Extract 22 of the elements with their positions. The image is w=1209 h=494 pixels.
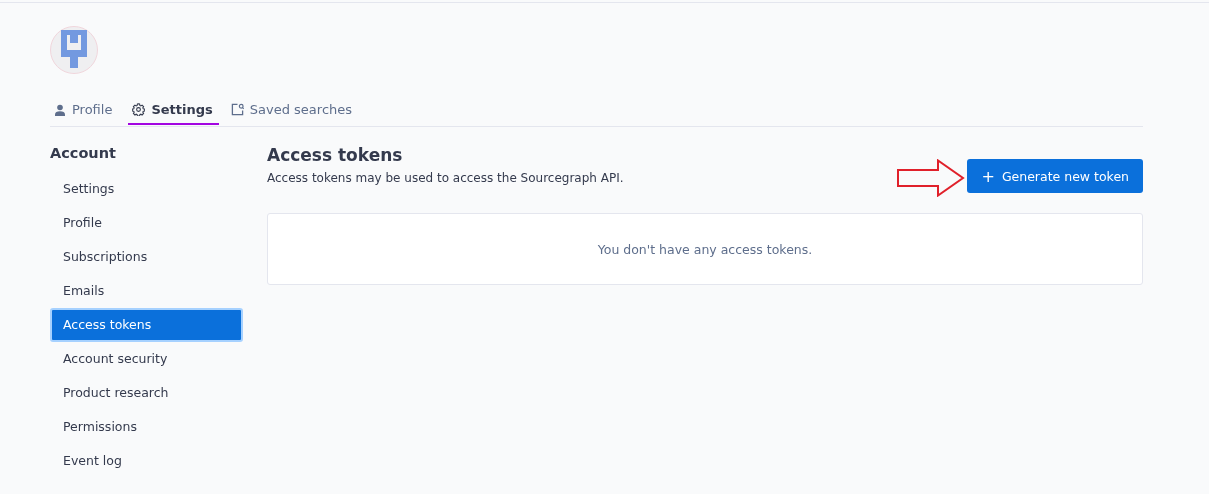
tab[interactable]: Saved searches <box>226 96 359 125</box>
sidebar-item[interactable]: Settings <box>50 172 243 206</box>
tab[interactable]: Settings <box>128 96 219 125</box>
sidebar-item[interactable]: Permissions <box>50 410 243 444</box>
sidebar-item[interactable]: Subscriptions <box>50 240 243 274</box>
document-search-icon <box>230 103 244 116</box>
sidebar-item[interactable]: Account security <box>50 342 243 376</box>
settings-icon <box>132 103 146 116</box>
sidebar-item[interactable]: Emails <box>50 274 243 308</box>
generate-token-button[interactable]: + Generate new token <box>967 159 1143 193</box>
avatar-icon <box>50 26 98 74</box>
sidebar-item[interactable]: Access tokens <box>50 308 243 342</box>
sidebar-item[interactable]: Product research <box>50 376 243 410</box>
sidebar-item[interactable]: Event log <box>50 444 243 478</box>
page-description: Access tokens may be used to access the Sourcegraph API. <box>267 171 625 185</box>
person-icon <box>54 103 66 116</box>
empty-message: You don't have any access tokens. <box>597 241 813 257</box>
tab[interactable]: Profile <box>50 96 119 125</box>
arrow-icon <box>897 159 966 197</box>
page-title: Access tokens <box>267 145 404 165</box>
sidebar-item[interactable]: Profile <box>50 206 243 240</box>
sidebar-heading: Account <box>50 145 117 163</box>
